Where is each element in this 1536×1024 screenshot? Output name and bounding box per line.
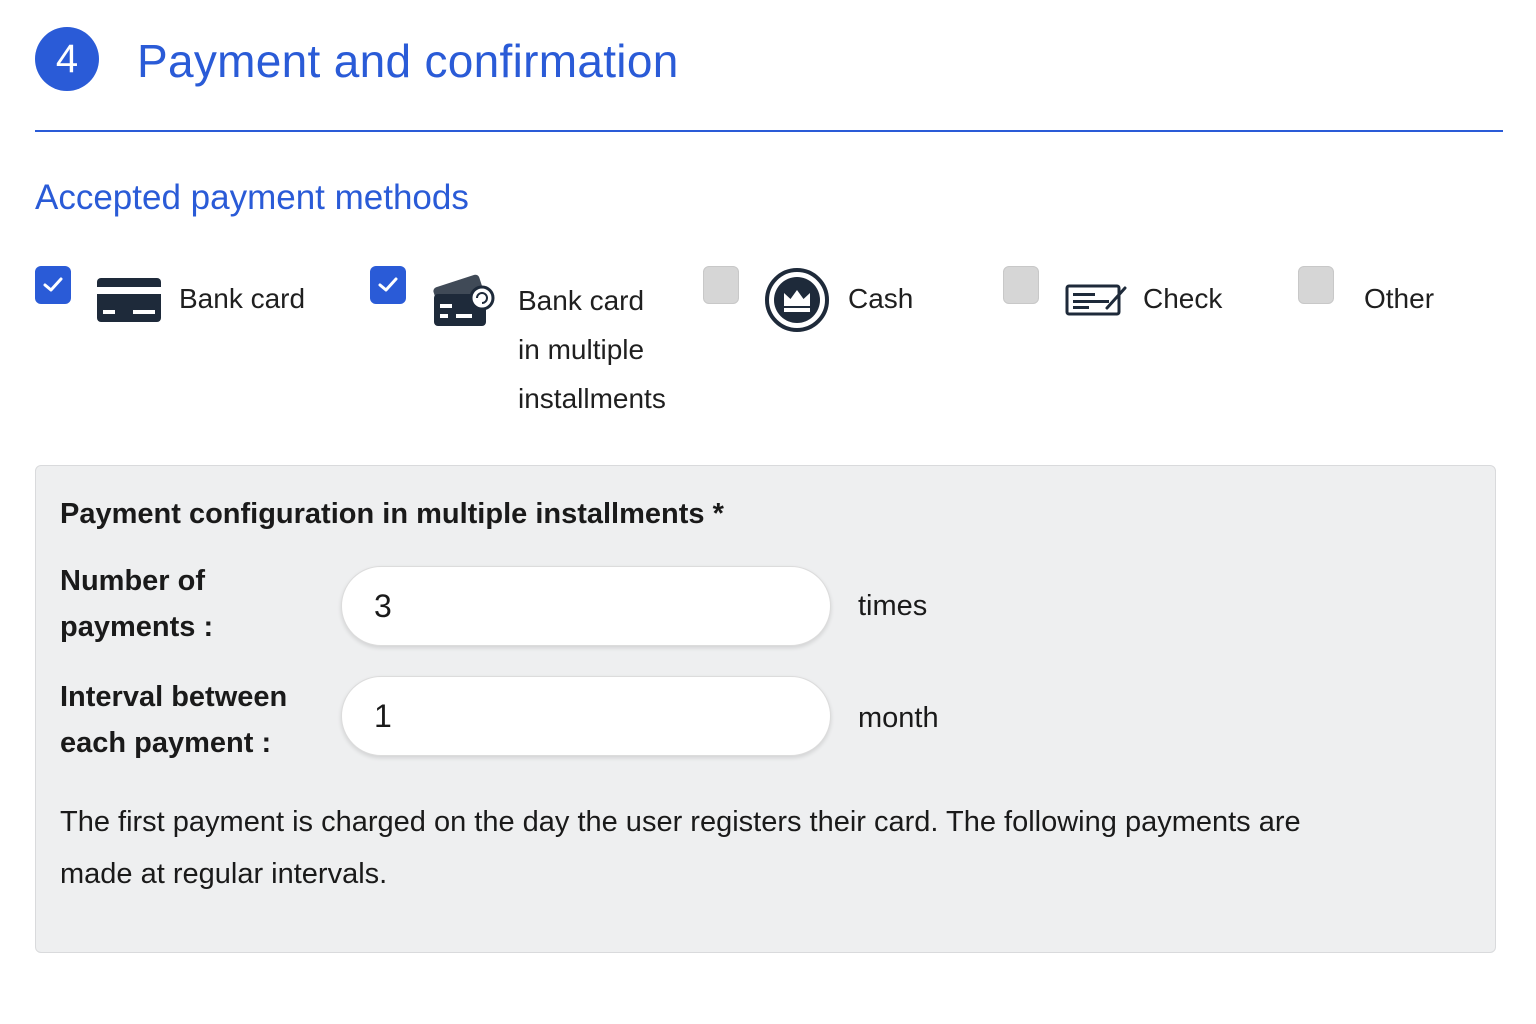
installments-label-line-3: installments	[518, 383, 666, 414]
installment-card-icon	[433, 274, 495, 326]
installments-label-line-1: Bank card	[518, 285, 645, 316]
credit-card-icon	[97, 278, 161, 322]
check-checkbox[interactable]	[1003, 266, 1039, 304]
checkmark-icon	[378, 277, 398, 292]
interval-label-line-1: Interval between	[60, 681, 288, 713]
step-number: 4	[55, 36, 79, 81]
installments-label: Bank card in multiple installments	[518, 276, 666, 423]
check-cheque-icon	[1065, 284, 1127, 316]
bank-card-checkbox[interactable]	[35, 266, 71, 304]
payment-section: 4 Payment and confirmation Accepted paym…	[0, 0, 1536, 1024]
section-title: Payment and confirmation	[137, 35, 679, 87]
number-of-payments-label-line-2: payments :	[60, 611, 214, 643]
bank-card-label: Bank card	[179, 283, 306, 314]
interval-label: Interval between each payment :	[60, 674, 287, 766]
cash-checkbox[interactable]	[703, 266, 739, 304]
number-of-payments-unit: times	[858, 590, 928, 622]
installments-config-panel: Payment configuration in multiple instal…	[35, 465, 1496, 953]
installments-note: The first payment is charged on the day …	[60, 806, 1301, 890]
other-checkbox[interactable]	[1298, 266, 1334, 304]
number-of-payments-label-line-1: Number of	[60, 565, 205, 597]
installments-checkbox[interactable]	[370, 266, 406, 304]
payment-methods-title: Accepted payment methods	[35, 178, 469, 217]
step-number-badge: 4	[35, 27, 99, 91]
installments-label-line-2: in multiple	[518, 334, 645, 365]
cash-label: Cash	[848, 283, 914, 314]
checkmark-icon	[43, 277, 63, 292]
interval-input[interactable]	[341, 676, 831, 756]
number-of-payments-input[interactable]	[341, 566, 831, 646]
section-divider	[35, 130, 1503, 132]
cash-crown-icon	[765, 268, 829, 332]
other-label: Other	[1364, 283, 1435, 314]
check-label: Check	[1143, 283, 1223, 314]
installments-config-title: Payment configuration in multiple instal…	[60, 498, 724, 530]
interval-unit: month	[858, 702, 939, 734]
interval-label-line-2: each payment :	[60, 727, 272, 759]
number-of-payments-label: Number of payments :	[60, 558, 213, 650]
